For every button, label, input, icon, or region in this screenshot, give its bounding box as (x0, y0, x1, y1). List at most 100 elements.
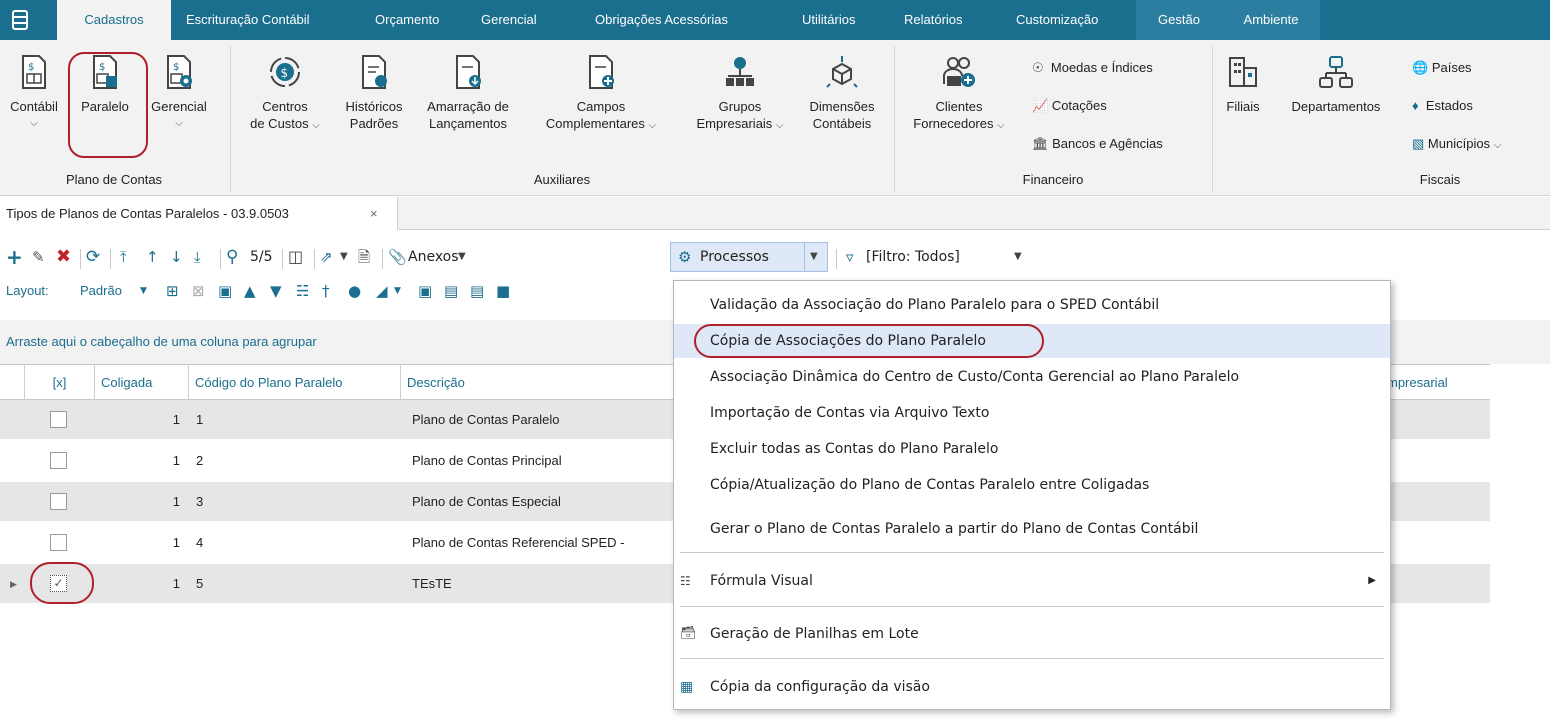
row-checkbox[interactable] (50, 534, 67, 551)
tab-customizacao[interactable]: Customização (1016, 0, 1098, 40)
menu-item-copia-atualizacao[interactable]: Cópia/Atualização do Plano de Contas Par… (674, 468, 1390, 502)
last-record-icon[interactable]: ⤓ (194, 240, 201, 274)
departamentos-button[interactable]: Departamentos (1272, 54, 1400, 115)
column-header-codigo[interactable]: Código do Plano Paralelo (188, 365, 400, 401)
historicos-padroes-button[interactable]: Históricos Padrões (338, 54, 410, 132)
column-header-coligada[interactable]: Coligada (94, 365, 188, 401)
panel-split-icon[interactable]: ▤ (444, 274, 458, 308)
org-chart-icon (1319, 56, 1353, 88)
main-toolbar: + ✎ ✖ ⟳ ⤒ ↑ ↓ ⤓ ⚲ 5/5 ◫ ⇗ ▼ 🗎 📎 Anexos ▼… (0, 240, 1550, 274)
chevron-down-icon[interactable]: ▼ (340, 240, 348, 274)
menu-item-gerar[interactable]: Gerar o Plano de Contas Paralelo a parti… (674, 512, 1390, 546)
edit-icon[interactable]: ✎ (32, 240, 45, 274)
save-layout-icon[interactable]: ▣ (218, 274, 232, 308)
download-layout-icon[interactable]: ▼ (270, 274, 282, 308)
search-icon[interactable]: ⚲ (226, 240, 238, 274)
bancos-agencias-button[interactable]: 🏛 Bancos e Agências (1032, 136, 1163, 152)
add-layout-icon[interactable]: ⊞ (166, 274, 179, 308)
close-icon[interactable]: × (370, 197, 378, 230)
column-header-descricao[interactable]: Descrição (400, 365, 690, 401)
tab-utilitarios[interactable]: Utilitários (802, 0, 855, 40)
refresh-icon[interactable]: ⟳ (86, 240, 100, 274)
tab-escrituracao-contabil[interactable]: Escrituração Contábil (186, 0, 310, 40)
document-tab[interactable]: Tipos de Planos de Contas Paralelos - 03… (0, 197, 398, 230)
document-icon[interactable]: 🗎 (358, 240, 370, 274)
chevron-down-icon[interactable]: ▼ (394, 274, 401, 308)
contabil-button[interactable]: $ Contábil ⌵ (2, 54, 66, 132)
app-menu-icon[interactable] (0, 0, 40, 40)
unpin-icon[interactable]: † (322, 274, 330, 308)
filter-icon[interactable]: ▿ (846, 240, 854, 274)
row-indicator-icon: ▶ (10, 579, 17, 589)
menu-item-validacao[interactable]: Validação da Associação do Plano Paralel… (674, 288, 1390, 322)
chevron-down-icon: ⌵ (1493, 140, 1502, 151)
dimensoes-contabeis-button[interactable]: Dimensões Contábeis (802, 54, 882, 132)
filiais-button[interactable]: Filiais (1218, 54, 1268, 115)
columns-icon[interactable]: ◫ (288, 240, 303, 274)
pin-icon[interactable]: ☵ (296, 274, 309, 308)
campos-complementares-button[interactable]: Campos Complementares ⌵ (526, 54, 676, 134)
panel-bottom-icon[interactable]: ▣ (418, 274, 432, 308)
historicos-icon (362, 55, 387, 89)
cell-descricao: Plano de Contas Referencial SPED - (412, 535, 625, 550)
upload-layout-icon[interactable]: ▲ (244, 274, 256, 308)
campos-label-1: Campos (576, 99, 626, 114)
chart-icon[interactable]: ◢ (376, 274, 388, 308)
chevron-down-icon[interactable]: ▼ (810, 240, 818, 274)
amarracao-lancamentos-button[interactable]: Amarração de Lançamentos (416, 54, 520, 132)
row-checkbox[interactable] (50, 452, 67, 469)
menu-item-copia-visao[interactable]: ▦ Cópia da configuração da visão (674, 670, 1390, 704)
chevron-down-icon[interactable]: ▼ (140, 274, 147, 308)
export-icon[interactable]: ⇗ (320, 240, 333, 274)
toolbar-divider (282, 249, 283, 269)
row-checkbox[interactable] (50, 411, 67, 428)
color-icon[interactable]: ● (348, 274, 361, 308)
menu-item-formula-visual[interactable]: ☷ Fórmula Visual ▶ (674, 564, 1390, 598)
next-record-icon[interactable]: ↓ (170, 240, 183, 274)
clientes-fornecedores-button[interactable]: Clientes Fornecedores ⌵ (900, 54, 1018, 134)
menu-item-associacao-dinamica[interactable]: Associação Dinâmica do Centro de Custo/C… (674, 360, 1390, 394)
submenu-arrow-icon: ▶ (1368, 575, 1376, 586)
tab-orcamento[interactable]: Orçamento (375, 0, 439, 40)
tab-cadastros[interactable]: Cadastros (57, 0, 171, 40)
moedas-indices-button[interactable]: ☉ Moedas e Índices (1032, 60, 1153, 76)
highlight-copia-associacoes (694, 324, 1044, 358)
gerencial-button[interactable]: $ Gerencial ⌵ (144, 54, 214, 132)
grupos-empresariais-button[interactable]: Grupos Empresariais ⌵ (682, 54, 798, 134)
filter-button[interactable]: [Filtro: Todos] (866, 240, 960, 274)
menu-item-excluir[interactable]: Excluir todas as Contas do Plano Paralel… (674, 432, 1390, 466)
moedas-label: Moedas e Índices (1050, 60, 1153, 75)
add-icon[interactable]: + (6, 240, 23, 274)
previous-record-icon[interactable]: ↑ (146, 240, 159, 274)
row-checkbox[interactable] (50, 493, 67, 510)
tab-ambiente[interactable]: Ambiente (1222, 0, 1320, 40)
municipios-button[interactable]: ▧ Municípios ⌵ (1412, 136, 1501, 152)
paperclip-icon[interactable]: 📎 (388, 240, 407, 274)
menu-item-planilhas[interactable]: 🗃 Geração de Planilhas em Lote (674, 617, 1390, 651)
tab-gerencial[interactable]: Gerencial (481, 0, 537, 40)
remove-layout-icon: ⊠ (192, 282, 205, 300)
tab-relatorios[interactable]: Relatórios (904, 0, 963, 40)
toolbar-divider (220, 249, 221, 269)
tab-obrigacoes-acessorias[interactable]: Obrigações Acessórias (595, 0, 728, 40)
chevron-down-icon[interactable]: ▼ (1014, 240, 1022, 274)
centros-de-custos-button[interactable]: $ Centros de Custos ⌵ (240, 54, 330, 134)
column-header-check[interactable]: [x] (24, 365, 94, 401)
panel-top-icon[interactable]: ▤ (470, 274, 484, 308)
paises-button[interactable]: 🌐 Países (1412, 60, 1472, 76)
cotacoes-button[interactable]: 📈 Cotações (1032, 98, 1107, 114)
first-record-icon[interactable]: ⤒ (120, 240, 127, 274)
delete-icon[interactable]: ✖ (56, 240, 71, 274)
estados-button[interactable]: ♦ Estados (1412, 98, 1473, 113)
column-header-grupo-empresarial[interactable]: mpresarial (1384, 365, 1490, 401)
highlight-paralelo (68, 52, 148, 158)
grupos-label-2: Empresariais (696, 116, 773, 131)
tab-gestao[interactable]: Gestão (1136, 0, 1222, 40)
panel-full-icon[interactable]: ■ (496, 274, 510, 308)
chevron-down-icon[interactable]: ▼ (458, 240, 466, 274)
group-divider (894, 46, 895, 192)
menu-item-importacao[interactable]: Importação de Contas via Arquivo Texto (674, 396, 1390, 430)
layout-select[interactable]: Padrão (80, 274, 122, 308)
anexos-button[interactable]: Anexos (408, 240, 459, 274)
paises-label: Países (1431, 60, 1472, 75)
